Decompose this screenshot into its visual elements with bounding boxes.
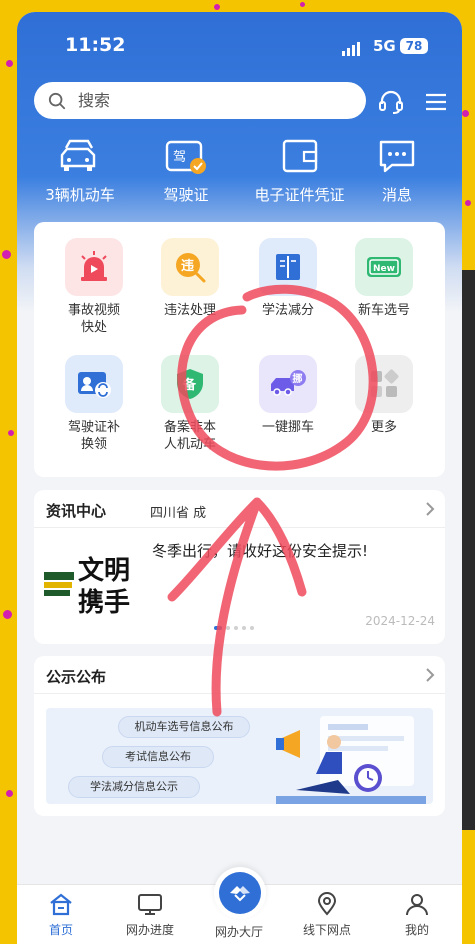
- search-input[interactable]: [78, 91, 318, 110]
- book-icon: [259, 238, 317, 296]
- status-bar: 11:52 5G 78: [17, 12, 462, 72]
- more-icon: [355, 355, 413, 413]
- siren-icon: [65, 238, 123, 296]
- service-more[interactable]: 更多: [334, 355, 434, 436]
- announcement-item[interactable]: 机动车选号信息公布: [118, 716, 250, 738]
- news-header[interactable]: 资讯中心 四川省 成: [34, 490, 445, 528]
- chevron-right-icon: [426, 668, 435, 682]
- service-label-line1: 学法减分: [261, 303, 314, 318]
- service-study-reduce-points[interactable]: 学法减分: [238, 238, 338, 319]
- announcements-banner[interactable]: 机动车选号信息公布 考试信息公布 学法减分信息公示: [46, 708, 433, 804]
- signal-icon: [342, 42, 360, 56]
- nav-label: 首页: [48, 923, 73, 937]
- shield-icon: 备: [161, 355, 219, 413]
- chevron-right-icon: [426, 502, 435, 516]
- service-label-line1: 一键挪车: [261, 420, 314, 435]
- service-label-line2: 人机动车: [163, 437, 216, 452]
- service-register-vehicle[interactable]: 备 备案非本 人机动车: [140, 355, 240, 453]
- nav-hall[interactable]: 网办大厅: [199, 923, 279, 940]
- status-time: 11:52: [65, 34, 126, 56]
- nav-profile[interactable]: 我的: [377, 891, 457, 938]
- car-icon: [60, 139, 96, 171]
- monitor-icon: [138, 894, 162, 915]
- carousel-indicator: [214, 626, 254, 630]
- nav-hall-button[interactable]: [214, 867, 266, 919]
- bottom-nav: 首页 网办进度 网办大厅 线下网点 我的: [17, 867, 462, 944]
- service-new-plate[interactable]: New 新车选号: [334, 238, 434, 319]
- svg-text:挪: 挪: [293, 372, 303, 385]
- quick-action-license[interactable]: 驾 驾驶证: [131, 138, 241, 205]
- quick-action-label: 消息: [381, 186, 412, 204]
- svg-text:驾: 驾: [173, 150, 186, 165]
- service-label-line1: 事故视频: [67, 303, 120, 318]
- service-violation[interactable]: 违 违法处理: [140, 238, 240, 319]
- quick-action-vehicles[interactable]: 3辆机动车: [25, 138, 135, 205]
- service-label-line1: 新车选号: [357, 303, 410, 318]
- location-icon: [317, 892, 337, 916]
- thumbnail-text-2: 携手: [78, 588, 131, 616]
- announcements-title: 公示公布: [46, 668, 107, 686]
- announcements-card: 公示公布 机动车选号信息公布 考试信息公布 学法减分信息公示: [34, 656, 445, 816]
- news-card: 资讯中心 四川省 成 文明 携手 冬季出行，请收好这份安全提示! 2024-12…: [34, 490, 445, 644]
- app-screen: 11:52 5G 78 3辆机动车: [17, 12, 462, 944]
- announcement-item[interactable]: 学法减分信息公示: [68, 776, 200, 798]
- nav-progress[interactable]: 网办进度: [110, 891, 190, 938]
- services-card: 事故视频 快处 违 违法处理 学法减分 New 新车选号 驾驶证补 换领 备 备…: [34, 222, 445, 477]
- service-accident-video[interactable]: 事故视频 快处: [44, 238, 144, 336]
- news-region: 四川省 成: [150, 506, 207, 521]
- nav-home[interactable]: 首页: [21, 891, 101, 938]
- quick-action-messages[interactable]: 消息: [342, 138, 452, 205]
- service-move-car[interactable]: 挪 一键挪车: [238, 355, 338, 436]
- service-label-line2: 换领: [80, 437, 107, 452]
- quick-action-label: 3辆机动车: [45, 186, 115, 204]
- nav-label: 我的: [404, 923, 429, 937]
- service-label-line1: 备案非本: [163, 420, 216, 435]
- svg-text:备: 备: [182, 377, 197, 393]
- svg-text:New: New: [373, 264, 395, 274]
- nav-label: 网办大厅: [214, 925, 263, 939]
- violation-icon: 违: [161, 238, 219, 296]
- news-headline[interactable]: 冬季出行，请收好这份安全提示!: [152, 540, 368, 561]
- announcements-header[interactable]: 公示公布: [34, 656, 445, 694]
- battery-icon: 78: [400, 38, 428, 54]
- nav-offline-points[interactable]: 线下网点: [287, 891, 367, 938]
- svg-text:违: 违: [181, 258, 194, 274]
- search-icon: [48, 92, 66, 109]
- user-icon: [406, 894, 428, 916]
- announcement-item[interactable]: 考试信息公布: [102, 746, 214, 768]
- megaphone-illustration: [276, 716, 426, 804]
- id-card-icon: [65, 355, 123, 413]
- wallet-icon: [282, 139, 317, 173]
- service-license-replace[interactable]: 驾驶证补 换领: [44, 355, 144, 453]
- search-bar[interactable]: [34, 82, 366, 119]
- license-icon: 驾: [165, 140, 206, 174]
- service-label-line1: 驾驶证补: [67, 420, 120, 435]
- network-type: 5G: [373, 37, 396, 55]
- headset-icon[interactable]: [377, 88, 405, 116]
- news-date: 2024-12-24: [365, 614, 435, 628]
- home-icon: [50, 893, 72, 916]
- quick-action-label: 驾驶证: [163, 186, 209, 204]
- new-plate-icon: New: [355, 238, 413, 296]
- service-label-line1: 违法处理: [163, 303, 216, 318]
- nav-label: 网办进度: [125, 923, 174, 937]
- menu-icon[interactable]: [422, 88, 450, 116]
- nav-label: 线下网点: [302, 923, 351, 937]
- news-thumbnail[interactable]: 文明 携手: [44, 546, 136, 616]
- service-label-line2: 快处: [80, 320, 107, 335]
- move-car-icon: 挪: [259, 355, 317, 413]
- news-title: 资讯中心: [46, 502, 107, 520]
- handshake-icon: [230, 886, 250, 902]
- message-icon: [379, 140, 415, 173]
- service-label-line1: 更多: [370, 420, 397, 435]
